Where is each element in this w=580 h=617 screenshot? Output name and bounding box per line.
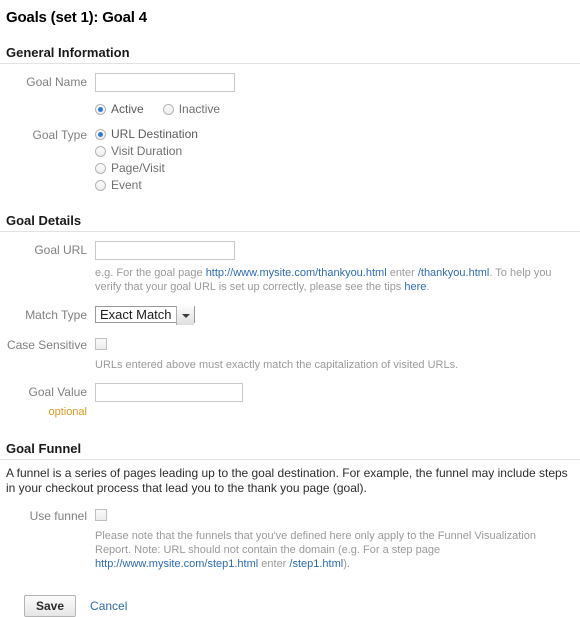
- radio-page-visit[interactable]: [95, 163, 106, 174]
- goal-url-input[interactable]: [95, 241, 235, 260]
- radio-inactive[interactable]: [163, 104, 174, 115]
- goal-url-hint-part2: enter: [387, 267, 418, 279]
- radio-active[interactable]: [95, 104, 106, 115]
- page-title: Goals (set 1): Goal 4: [6, 9, 580, 26]
- case-sensitive-label: Case Sensitive: [0, 338, 95, 352]
- row-match-type: Match Type Exact Match: [0, 305, 580, 326]
- case-sensitive-hint: URLs entered above must exactly match th…: [95, 358, 565, 372]
- section-divider-details: [0, 231, 580, 232]
- goal-type-label: Goal Type: [0, 126, 95, 145]
- radio-active-label: Active: [111, 101, 144, 117]
- section-heading-funnel: Goal Funnel: [6, 441, 580, 459]
- goal-name-input[interactable]: [95, 73, 235, 92]
- chevron-down-icon[interactable]: [176, 306, 194, 325]
- use-funnel-example-link[interactable]: http://www.mysite.com/step1.html: [95, 558, 258, 570]
- status-radio-group: Active Inactive: [95, 101, 580, 117]
- goal-name-field-wrap: [95, 73, 580, 92]
- goal-url-hint: e.g. For the goal page http://www.mysite…: [95, 266, 565, 294]
- section-divider-funnel: [0, 459, 580, 460]
- match-type-field-wrap: Exact Match: [95, 305, 580, 324]
- radio-inactive-label: Inactive: [179, 101, 220, 117]
- goal-type-radio-group: URL Destination Visit Duration Page/Visi…: [95, 126, 580, 194]
- match-type-select-wrap[interactable]: Exact Match: [95, 305, 195, 324]
- row-goal-type: Goal Type URL Destination Visit Duration…: [0, 126, 580, 194]
- goal-value-input[interactable]: [95, 383, 243, 402]
- goal-url-hint-emphasis: /thankyou.html: [418, 267, 490, 279]
- row-status: Active Inactive: [0, 101, 580, 117]
- goal-url-example-link[interactable]: http://www.mysite.com/thankyou.html: [206, 267, 387, 279]
- use-funnel-hint: Please note that the funnels that you've…: [95, 529, 565, 571]
- radio-page-visit-row: Page/Visit: [95, 160, 580, 176]
- goal-url-hint-part1: e.g. For the goal page: [95, 267, 206, 279]
- use-funnel-hint-emphasis: /step1.html: [289, 558, 343, 570]
- use-funnel-label: Use funnel: [0, 509, 95, 523]
- use-funnel-hint-part2: enter: [258, 558, 289, 570]
- radio-visit-duration-label: Visit Duration: [111, 143, 182, 159]
- form-actions: Save Cancel: [0, 595, 580, 617]
- goal-url-field-wrap: e.g. For the goal page http://www.mysite…: [95, 241, 580, 294]
- row-use-funnel: Use funnel Please note that the funnels …: [0, 509, 580, 571]
- match-type-label: Match Type: [0, 305, 95, 326]
- radio-url-destination-row: URL Destination: [95, 126, 580, 142]
- radio-url-destination[interactable]: [95, 129, 106, 140]
- goal-value-label: Goal Value: [29, 385, 87, 399]
- radio-page-visit-label: Page/Visit: [111, 160, 165, 176]
- radio-event-label: Event: [111, 177, 142, 193]
- goal-value-field-wrap: [95, 383, 580, 402]
- section-divider-general: [0, 63, 580, 64]
- goal-url-label: Goal URL: [0, 241, 95, 260]
- radio-event[interactable]: [95, 180, 106, 191]
- case-sensitive-field-wrap: URLs entered above must exactly match th…: [95, 338, 580, 372]
- save-button[interactable]: Save: [24, 595, 76, 617]
- status-options: Active Inactive: [95, 101, 580, 117]
- radio-visit-duration[interactable]: [95, 146, 106, 157]
- section-heading-details: Goal Details: [6, 213, 580, 231]
- radio-visit-duration-row: Visit Duration: [95, 143, 580, 159]
- row-goal-name: Goal Name: [0, 73, 580, 92]
- section-heading-general: General Information: [6, 45, 580, 63]
- section-goal-funnel: Goal Funnel A funnel is a series of page…: [0, 441, 580, 571]
- use-funnel-checkbox[interactable]: [95, 509, 107, 521]
- radio-event-row: Event: [95, 177, 580, 193]
- funnel-description: A funnel is a series of pages leading up…: [6, 466, 572, 496]
- section-general-information: General Information Goal Name Active Ina…: [0, 45, 580, 194]
- goal-value-optional-tag: optional: [48, 406, 87, 418]
- goal-name-label: Goal Name: [0, 73, 95, 92]
- goal-settings-page: Goals (set 1): Goal 4 General Informatio…: [0, 9, 580, 609]
- section-goal-details: Goal Details Goal URL e.g. For the goal …: [0, 213, 580, 422]
- row-case-sensitive: Case Sensitive URLs entered above must e…: [0, 338, 580, 372]
- goal-url-hint-part4: .: [426, 281, 429, 293]
- goal-url-tips-link[interactable]: here: [404, 281, 426, 293]
- use-funnel-hint-part1: Please note that the funnels that you've…: [95, 530, 536, 556]
- use-funnel-hint-part3: ).: [343, 558, 350, 570]
- radio-url-destination-label: URL Destination: [111, 126, 198, 142]
- cancel-link[interactable]: Cancel: [90, 599, 127, 613]
- row-goal-value: Goal Value optional: [0, 383, 580, 422]
- case-sensitive-checkbox[interactable]: [95, 338, 107, 350]
- use-funnel-field-wrap: Please note that the funnels that you've…: [95, 509, 580, 571]
- row-goal-url: Goal URL e.g. For the goal page http://w…: [0, 241, 580, 294]
- goal-value-label-wrap: Goal Value optional: [0, 383, 95, 422]
